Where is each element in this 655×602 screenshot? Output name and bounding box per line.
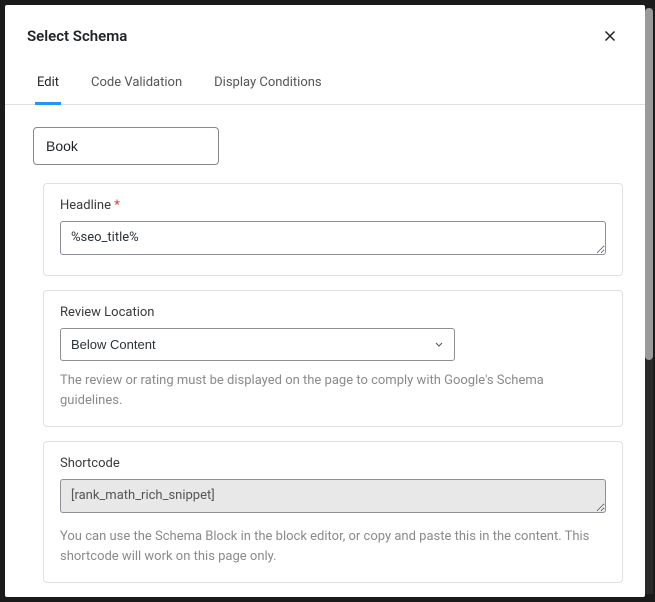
review-location-label: Review Location	[60, 305, 606, 320]
shortcode-label: Shortcode	[60, 456, 606, 471]
headline-input[interactable]: %seo_title%	[60, 221, 606, 255]
schema-modal: Select Schema Edit Code Validation Displ…	[5, 5, 645, 597]
headline-label-text: Headline	[60, 198, 111, 213]
review-location-field-group: Review Location Below Content The review…	[43, 290, 623, 427]
modal-title: Select Schema	[27, 27, 127, 45]
tab-edit[interactable]: Edit	[35, 67, 61, 105]
tabs: Edit Code Validation Display Conditions	[5, 59, 645, 105]
schema-type-input[interactable]	[33, 127, 219, 165]
modal-header: Select Schema	[5, 5, 645, 59]
tab-code-validation[interactable]: Code Validation	[89, 67, 184, 105]
modal-content: Headline * %seo_title% Review Location B…	[5, 105, 645, 597]
review-location-select-wrapper: Below Content	[60, 328, 455, 361]
shortcode-input[interactable]: [rank_math_rich_snippet]	[60, 479, 606, 513]
headline-label: Headline *	[60, 198, 606, 213]
review-location-help: The review or rating must be displayed o…	[60, 371, 606, 410]
close-button[interactable]	[597, 23, 623, 49]
headline-field-group: Headline * %seo_title%	[43, 183, 623, 276]
close-icon	[601, 27, 619, 45]
review-location-select[interactable]: Below Content	[60, 328, 455, 361]
shortcode-help: You can use the Schema Block in the bloc…	[60, 527, 606, 566]
shortcode-field-group: Shortcode [rank_math_rich_snippet] You c…	[43, 441, 623, 583]
tab-display-conditions[interactable]: Display Conditions	[212, 67, 323, 105]
outer-scrollbar[interactable]	[645, 8, 653, 594]
required-indicator: *	[114, 198, 120, 213]
scrollbar-thumb[interactable]	[645, 8, 653, 360]
